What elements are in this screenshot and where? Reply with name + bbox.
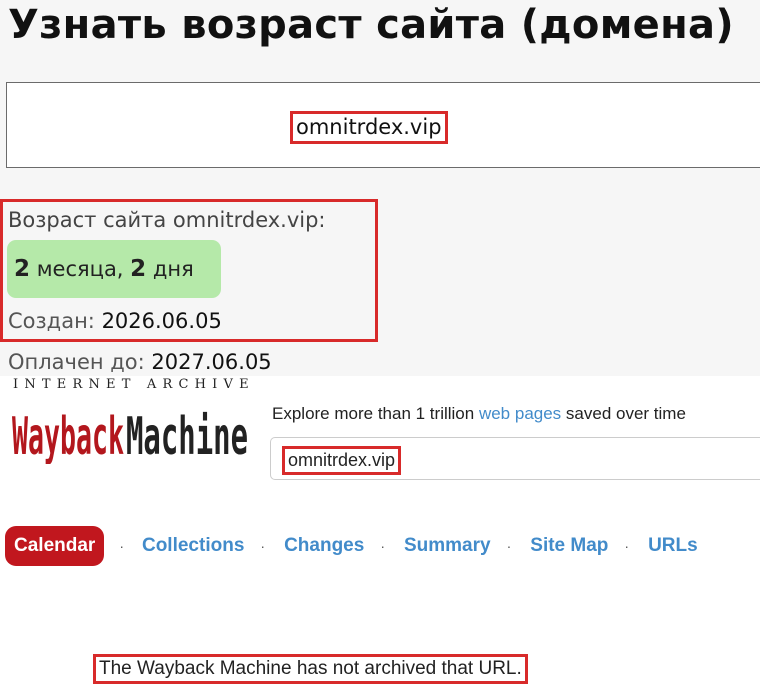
wayback-search-value[interactable]: omnitrdex.vip bbox=[282, 446, 402, 475]
explore-prefix: Explore more than 1 trillion bbox=[272, 404, 475, 423]
paid-until-row: Оплачен до: 2027.06.05 bbox=[8, 348, 272, 376]
paid-until-date: 2027.06.05 bbox=[151, 350, 272, 374]
web-pages-link[interactable]: web pages bbox=[479, 404, 561, 423]
wayback-machine-logo[interactable]: Wayback Machine bbox=[12, 398, 248, 464]
tab-separator: · bbox=[119, 538, 124, 554]
age-months-number: 2 bbox=[14, 256, 31, 282]
page-title: Узнать возраст сайта (домена) bbox=[8, 2, 734, 48]
tab-summary[interactable]: Summary bbox=[404, 535, 491, 557]
tab-urls[interactable]: URLs bbox=[648, 535, 698, 557]
paid-until-label: Оплачен до: bbox=[8, 350, 145, 374]
age-days-word: дня bbox=[152, 257, 194, 281]
logo-machine-text: Machine bbox=[126, 407, 248, 464]
age-days-number: 2 bbox=[130, 256, 147, 282]
explore-tagline: Explore more than 1 trillion web pages s… bbox=[272, 403, 686, 425]
logo-wayback-text: Wayback bbox=[12, 407, 124, 464]
created-row: Создан: 2026.06.05 bbox=[8, 307, 222, 335]
explore-suffix: saved over time bbox=[565, 404, 686, 423]
tab-separator: · bbox=[624, 538, 630, 554]
age-label: Возраст сайта omnitrdex.vip: bbox=[8, 208, 326, 232]
age-months-word: месяца, bbox=[36, 257, 124, 281]
tab-site-map[interactable]: Site Map bbox=[530, 535, 608, 557]
tab-changes[interactable]: Changes bbox=[284, 535, 364, 557]
domain-input-value[interactable]: omnitrdex.vip bbox=[290, 111, 448, 144]
tab-separator: · bbox=[260, 538, 266, 554]
not-archived-message: The Wayback Machine has not archived tha… bbox=[93, 654, 528, 684]
tab-calendar[interactable]: Calendar bbox=[5, 526, 105, 566]
created-label: Создан: bbox=[8, 309, 95, 333]
tab-separator: · bbox=[506, 538, 512, 554]
tab-collections[interactable]: Collections bbox=[142, 535, 244, 557]
created-date: 2026.06.05 bbox=[101, 309, 222, 333]
internet-archive-label: INTERNET ARCHIVE bbox=[13, 377, 255, 392]
wayback-tabs: Calendar · Collections · Changes · Summa… bbox=[5, 526, 698, 566]
tab-separator: · bbox=[380, 538, 385, 554]
age-badge: 2 месяца, 2 дня bbox=[7, 240, 221, 298]
